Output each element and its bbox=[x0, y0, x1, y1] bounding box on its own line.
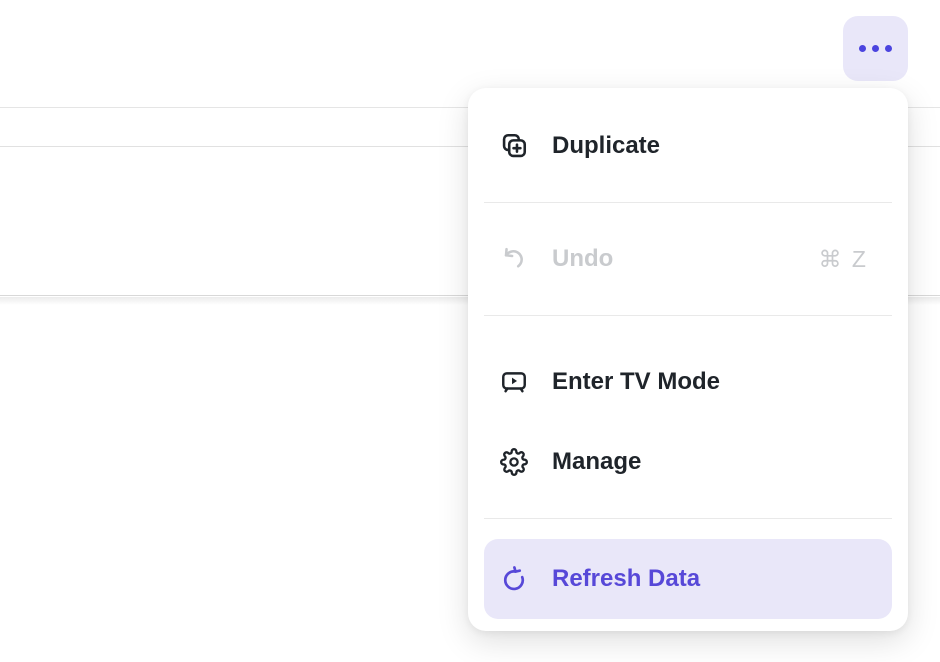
more-options-menu: Duplicate Undo ⌘ Z Enter TV M bbox=[468, 88, 908, 631]
menu-item-label: Enter TV Mode bbox=[552, 368, 720, 396]
menu-divider bbox=[484, 518, 892, 519]
tv-icon bbox=[500, 368, 528, 396]
menu-item-label: Duplicate bbox=[552, 132, 660, 160]
gear-icon bbox=[500, 448, 528, 476]
menu-item-label: Refresh Data bbox=[552, 565, 700, 593]
menu-item-label: Manage bbox=[552, 448, 641, 476]
menu-divider bbox=[484, 315, 892, 316]
keyboard-shortcut: ⌘ Z bbox=[819, 246, 868, 273]
menu-item-duplicate[interactable]: Duplicate bbox=[468, 106, 908, 186]
menu-item-enter-tv-mode[interactable]: Enter TV Mode bbox=[468, 342, 908, 422]
menu-item-label: Undo bbox=[552, 245, 613, 273]
more-options-button[interactable] bbox=[843, 16, 908, 81]
refresh-icon bbox=[500, 565, 528, 593]
undo-icon bbox=[500, 245, 528, 273]
menu-divider bbox=[484, 202, 892, 203]
duplicate-icon bbox=[500, 132, 528, 160]
menu-item-undo[interactable]: Undo ⌘ Z bbox=[468, 219, 908, 299]
menu-item-manage[interactable]: Manage bbox=[468, 422, 908, 502]
app-window: some of the most basic revenue m Filter … bbox=[0, 0, 940, 662]
menu-item-refresh-data[interactable]: Refresh Data bbox=[484, 539, 892, 619]
ellipsis-icon bbox=[859, 45, 866, 52]
